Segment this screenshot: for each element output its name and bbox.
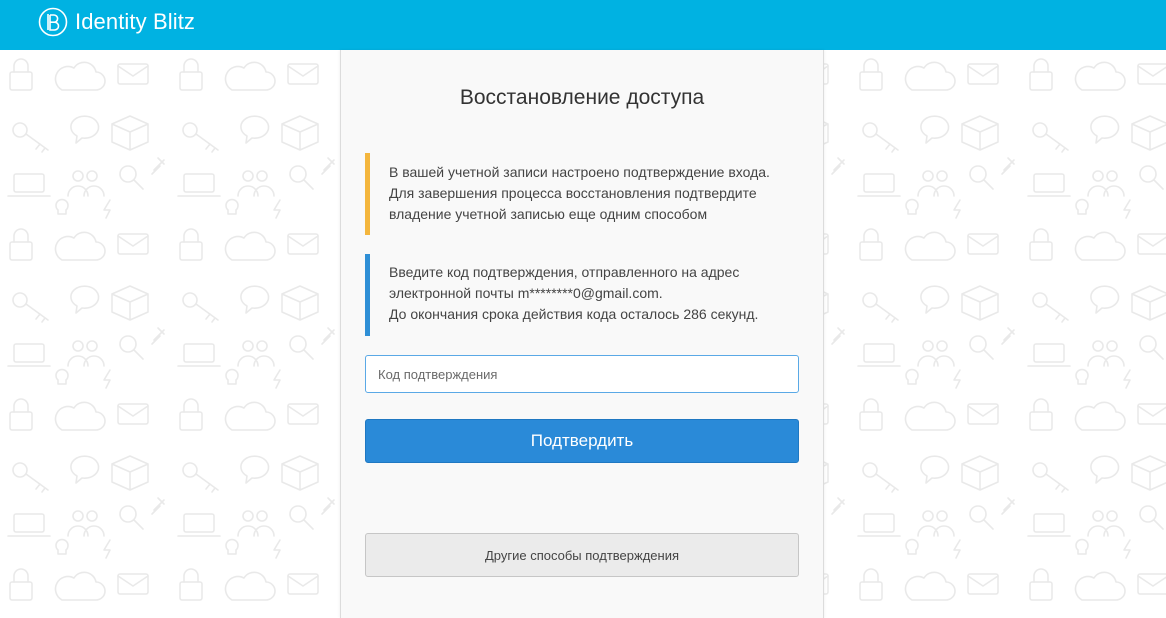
blitz-logo-icon [38, 7, 68, 37]
warning-line: владение учетной записью еще одним спосо… [389, 206, 708, 222]
info-text: Введите код подтверждения, отправленного… [389, 254, 799, 325]
info-line: электронной почты m********0@gmail.com. [389, 285, 663, 301]
info-line: Введите код подтверждения, отправленного… [389, 264, 740, 280]
confirmation-code-input[interactable] [365, 355, 799, 393]
warning-accent-bar [365, 153, 370, 235]
recovery-card: Восстановление доступа В вашей учетной з… [340, 50, 824, 618]
login-confirmation-warning: В вашей учетной записи настроено подтвер… [365, 153, 799, 235]
other-methods-button[interactable]: Другие способы подтверждения [365, 533, 799, 577]
warning-text: В вашей учетной записи настроено подтвер… [389, 153, 799, 225]
info-line-countdown: До окончания срока действия кода осталос… [389, 306, 759, 322]
warning-line: В вашей учетной записи настроено подтвер… [389, 164, 770, 180]
info-accent-bar [365, 254, 370, 336]
top-header: Identity Blitz [0, 0, 1166, 50]
logo[interactable]: Identity Blitz [38, 6, 195, 38]
confirm-button[interactable]: Подтвердить [365, 419, 799, 463]
page-title: Восстановление доступа [459, 86, 705, 109]
code-sent-info: Введите код подтверждения, отправленного… [365, 254, 799, 336]
warning-line: Для завершения процесса восстановления п… [389, 185, 757, 201]
logo-text: Identity Blitz [75, 9, 196, 34]
